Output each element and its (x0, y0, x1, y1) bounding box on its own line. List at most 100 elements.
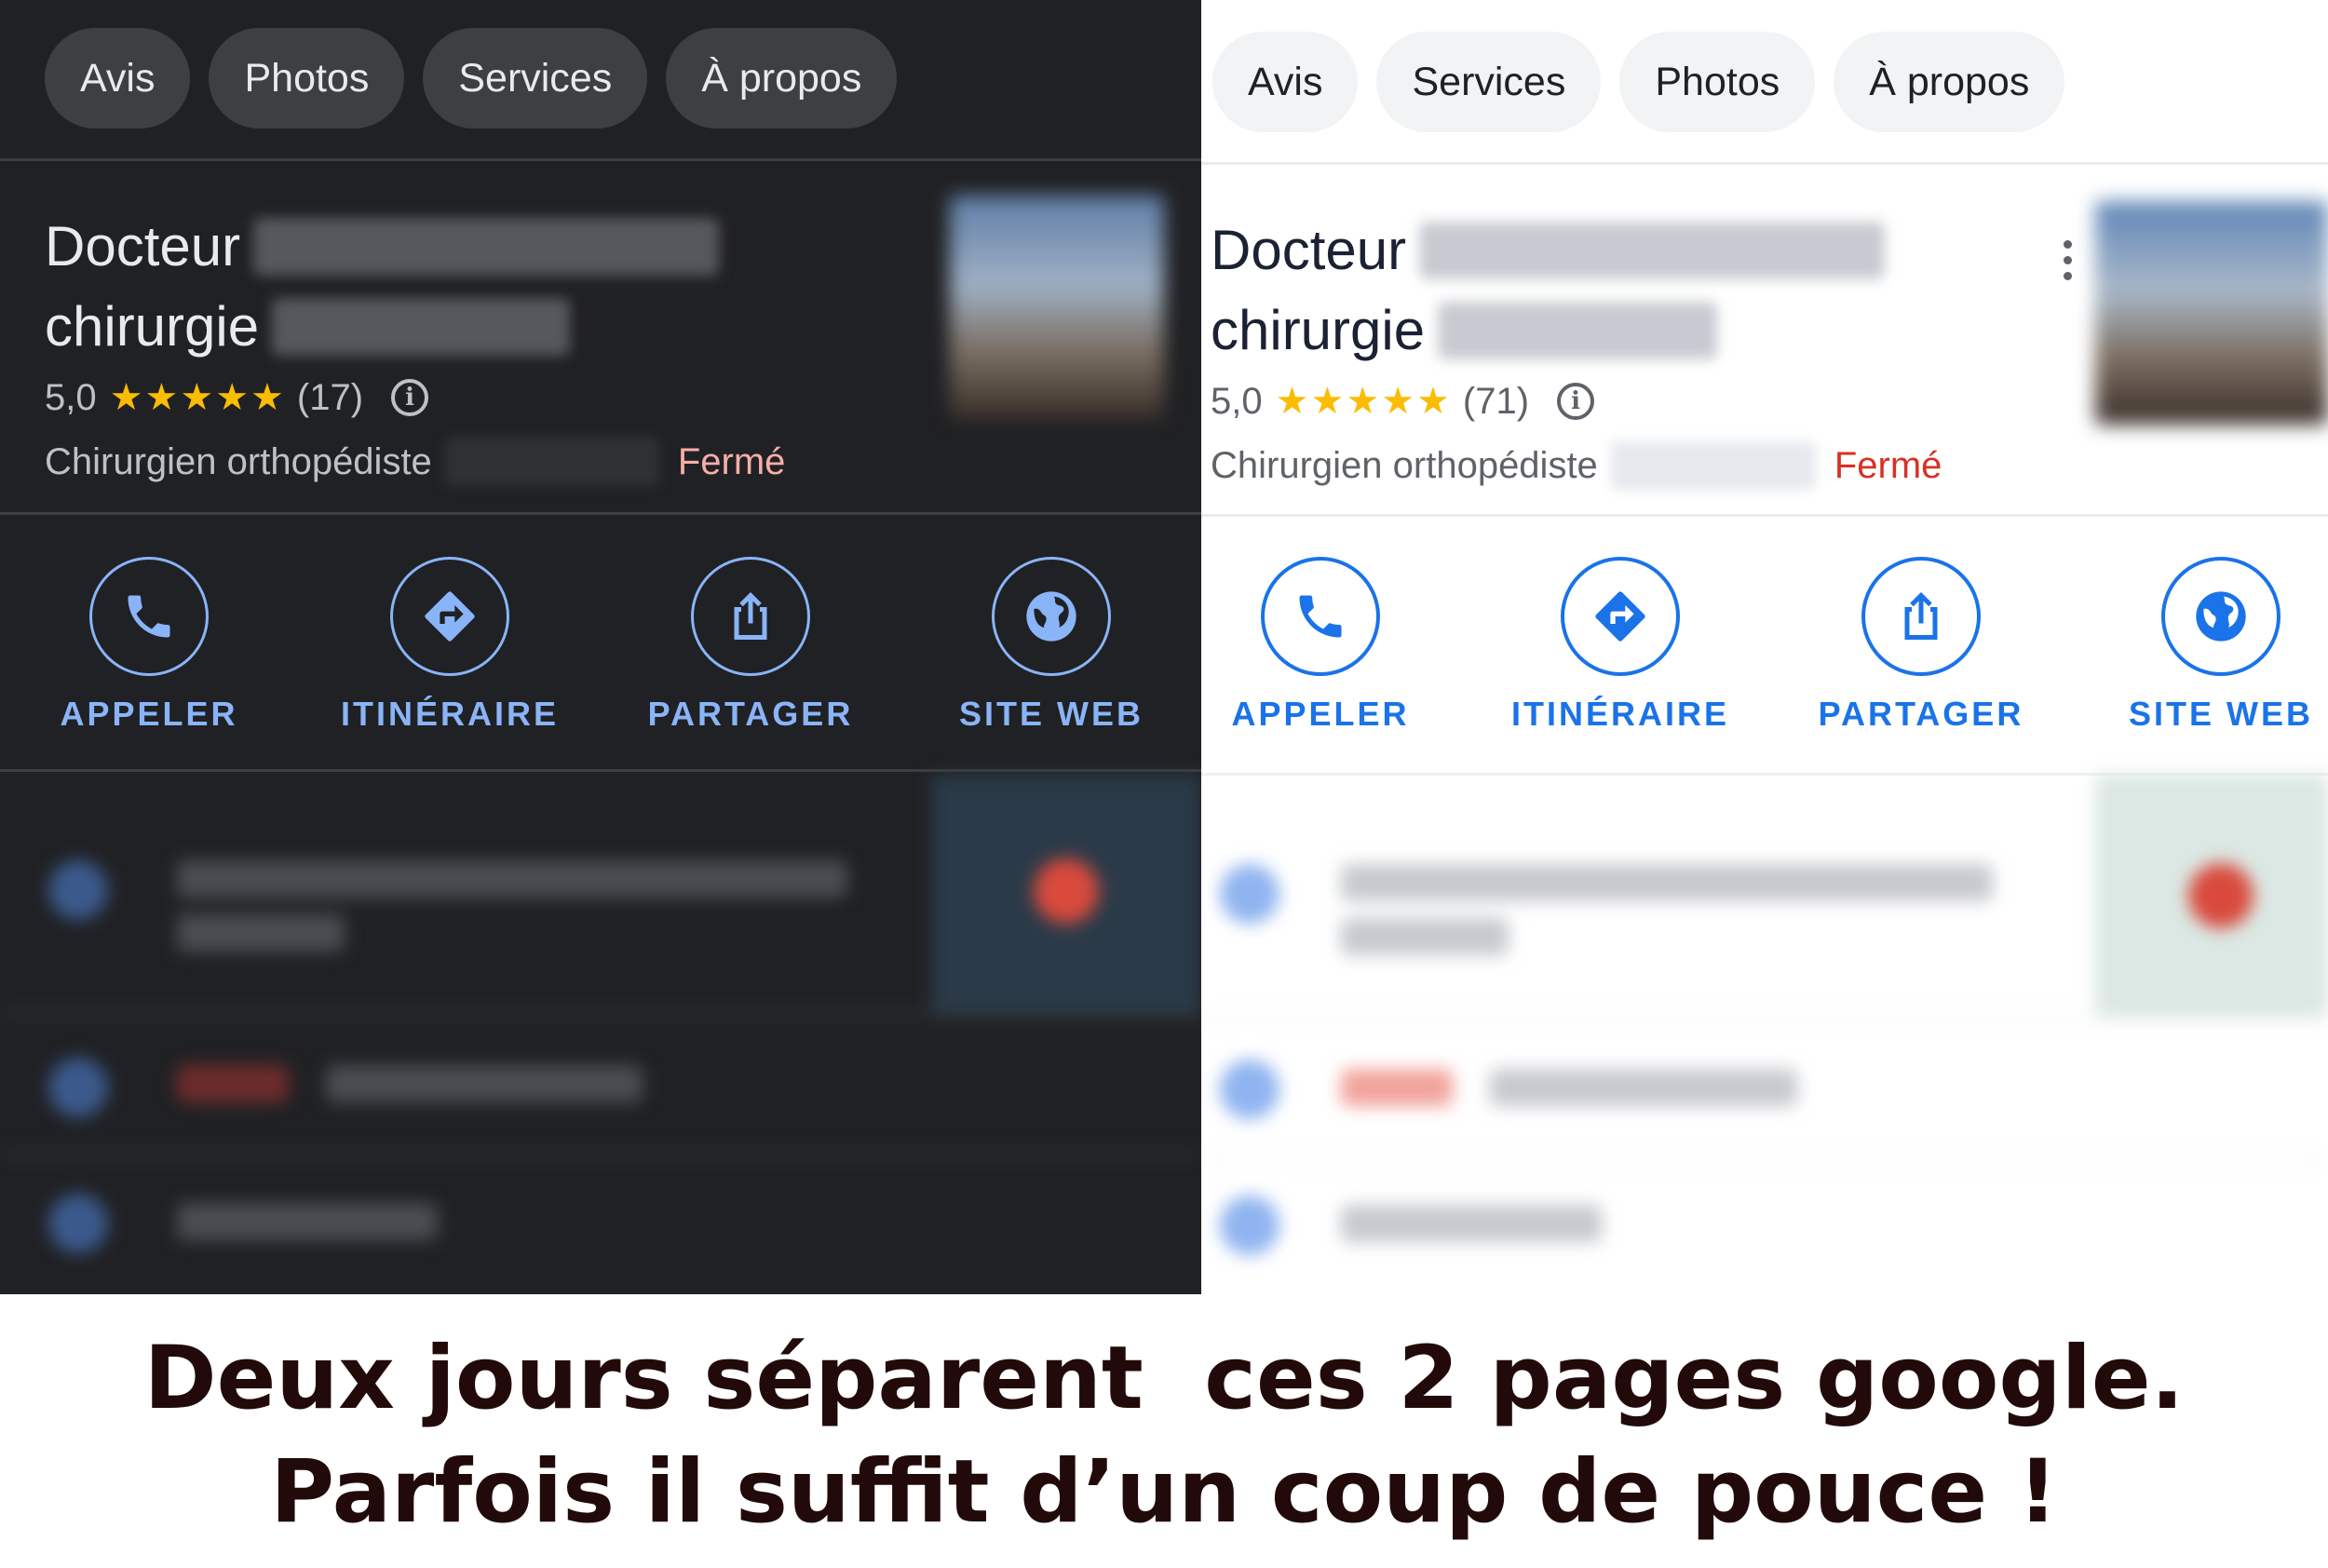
location-pin-icon (1220, 864, 1279, 924)
tab-services[interactable]: Services (423, 28, 648, 128)
tab-avis[interactable]: Avis (45, 28, 191, 128)
address-row[interactable] (0, 775, 1201, 1017)
rating-value: 5,0 (45, 376, 97, 418)
redacted-location (1610, 441, 1816, 490)
website-label: SITE WEB (958, 695, 1144, 733)
divider (1201, 1158, 2328, 1161)
phone-icon (1220, 1196, 1279, 1255)
map-marker-icon (1034, 858, 1099, 924)
call-label: APPELER (1231, 695, 1410, 733)
directions-icon (390, 557, 509, 676)
share-icon (691, 557, 810, 676)
website-button[interactable]: SITE WEB (2081, 557, 2328, 734)
redacted-address-line (1341, 918, 1509, 955)
globe-icon (2161, 557, 2281, 676)
redacted-hours (1490, 1069, 1797, 1106)
blurred-details (0, 775, 1201, 1294)
title-line-2: chirurgie (45, 295, 260, 358)
map-thumbnail[interactable] (931, 775, 1201, 1017)
address-row[interactable] (1201, 775, 2328, 1017)
share-label: PARTAGER (647, 695, 854, 733)
directions-button[interactable]: ITINÉRAIRE (310, 557, 589, 734)
redacted-hours-status (177, 1065, 289, 1102)
tab-bar: Avis Photos Services À propos (45, 28, 898, 128)
divider (0, 769, 1201, 772)
divider (1201, 1017, 2328, 1020)
clock-icon (48, 1058, 108, 1117)
review-count[interactable]: (71) (1463, 381, 1529, 423)
place-photo-thumbnail[interactable] (950, 196, 1164, 419)
redacted-phone (177, 1203, 438, 1240)
category-row: Chirurgien orthopédiste Fermé (1211, 441, 1942, 490)
category-label: Chirurgien orthopédiste (1211, 444, 1598, 486)
redacted-address-line (177, 914, 345, 952)
call-button[interactable]: APPELER (9, 557, 289, 734)
share-button[interactable]: PARTAGER (611, 557, 890, 734)
tab-services[interactable]: Services (1376, 32, 1602, 132)
title-line-2: chirurgie (1211, 299, 1426, 361)
share-button[interactable]: PARTAGER (1781, 557, 2061, 734)
tab-photos[interactable]: Photos (1619, 32, 1816, 132)
phone-row[interactable] (0, 1156, 1201, 1294)
more-options-icon[interactable] (2058, 240, 2077, 280)
divider (0, 1013, 1201, 1016)
phone-icon (48, 1194, 108, 1253)
info-icon[interactable]: i (1557, 383, 1595, 420)
category-label: Chirurgien orthopédiste (45, 440, 432, 482)
phone-row[interactable] (1201, 1162, 2328, 1292)
rating-row: 5,0 ★★★★★ (71) i (1211, 380, 1595, 423)
rating-value: 5,0 (1211, 380, 1263, 422)
rating-row: 5,0 ★★★★★ (17) i (45, 376, 429, 419)
hours-row[interactable] (0, 1017, 1201, 1156)
tab-avis[interactable]: Avis (1212, 32, 1359, 132)
divider (0, 1153, 1201, 1156)
map-thumbnail[interactable] (2095, 775, 2328, 1017)
redacted-specialty (1438, 302, 1718, 359)
directions-icon (1561, 557, 1680, 676)
status-closed: Fermé (1834, 444, 1942, 486)
website-label: SITE WEB (2128, 695, 2313, 733)
location-pin-icon (48, 860, 108, 920)
star-rating-icon: ★★★★★ (1275, 381, 1452, 422)
divider (1201, 514, 2328, 517)
redacted-address-line (1341, 864, 1993, 901)
call-button[interactable]: APPELER (1201, 557, 1460, 734)
dark-maps-panel: Avis Photos Services À propos Docteur ch… (0, 0, 1201, 1294)
hours-row[interactable] (1201, 1021, 2328, 1160)
divider (0, 158, 1201, 161)
blurred-details (1201, 775, 2328, 1294)
map-marker-icon (2188, 863, 2254, 928)
directions-label: ITINÉRAIRE (1510, 695, 1729, 733)
place-title: Docteur chirurgie (45, 207, 720, 367)
redacted-name (1419, 222, 1886, 279)
redacted-hours (326, 1065, 643, 1102)
globe-icon (992, 557, 1111, 676)
redacted-address-line (177, 860, 847, 898)
tab-a-propos[interactable]: À propos (1834, 32, 2065, 132)
call-label: APPELER (60, 695, 238, 733)
redacted-location (444, 438, 659, 486)
category-row: Chirurgien orthopédiste Fermé (45, 438, 785, 486)
title-line-1: Docteur (1211, 219, 1407, 281)
directions-button[interactable]: ITINÉRAIRE (1481, 557, 1760, 734)
info-icon[interactable]: i (391, 379, 429, 416)
action-buttons: APPELER ITINÉRAIRE PARTAGER SITE WEB (1201, 557, 2328, 743)
phone-icon (1261, 557, 1380, 676)
caption-line-2: Parfois il suffit d’un coup de pouce ! (270, 1441, 2058, 1543)
light-maps-panel: Avis Services Photos À propos Docteur ch… (1201, 0, 2328, 1294)
divider (1201, 162, 2328, 165)
divider (0, 512, 1201, 515)
status-closed: Fermé (677, 440, 786, 482)
star-rating-icon: ★★★★★ (109, 377, 286, 418)
review-count[interactable]: (17) (297, 377, 363, 419)
place-photo-thumbnail[interactable] (2095, 201, 2328, 425)
phone-icon (89, 557, 209, 676)
redacted-name (253, 218, 720, 276)
redacted-specialty (272, 298, 571, 356)
redacted-hours-status (1341, 1069, 1453, 1106)
tab-photos[interactable]: Photos (209, 28, 405, 128)
website-button[interactable]: SITE WEB (912, 557, 1191, 734)
tab-bar: Avis Services Photos À propos (1212, 32, 2065, 132)
tab-a-propos[interactable]: À propos (666, 28, 898, 128)
redacted-phone (1341, 1205, 1602, 1242)
